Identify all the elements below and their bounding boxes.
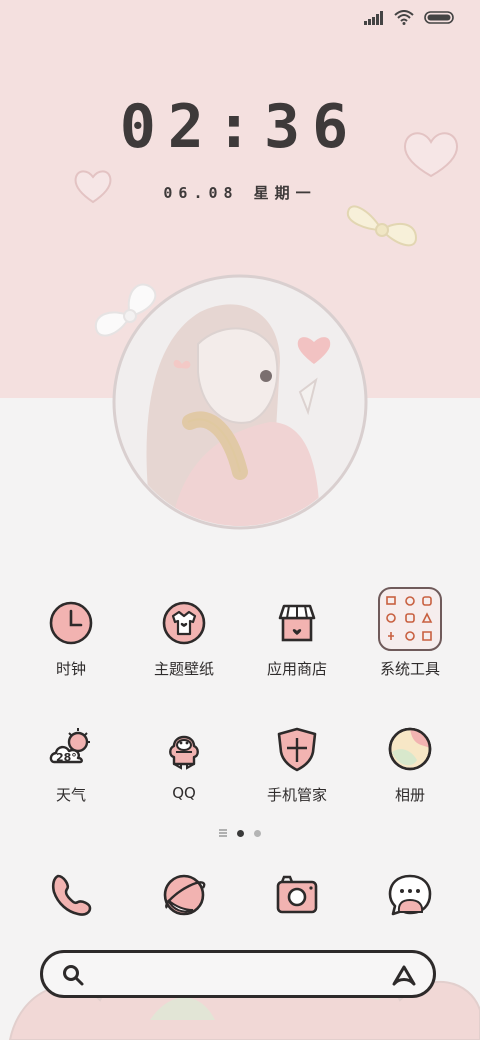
app-label: 系统工具 <box>379 660 440 678</box>
assistant-icon[interactable] <box>391 963 417 987</box>
app-weather[interactable]: 28° 天气 <box>11 724 131 805</box>
page-dot[interactable] <box>254 829 261 837</box>
browser-planet-icon[interactable] <box>159 870 209 920</box>
search-icon[interactable] <box>61 963 85 987</box>
gallery-icon <box>388 727 432 771</box>
app-gallery[interactable]: 相册 <box>350 724 470 805</box>
qq-penguin-icon <box>169 735 199 770</box>
app-store[interactable]: 应用商店 <box>237 598 357 679</box>
app-label: 相册 <box>394 786 425 804</box>
bow-decoration <box>346 205 418 247</box>
phone-manager-shield-icon <box>277 727 317 772</box>
app-folder-system-tools[interactable]: 系统工具 <box>350 586 470 679</box>
system-tools-folder-icon <box>378 587 442 651</box>
heart-outline-decoration <box>404 132 458 178</box>
app-theme-wallpaper[interactable]: 主题壁纸 <box>124 598 244 679</box>
weather-icon: 28° <box>49 728 90 764</box>
wifi-icon <box>394 10 414 25</box>
app-phone-manager[interactable]: 手机管家 <box>237 724 357 805</box>
search-bar[interactable] <box>40 950 436 998</box>
page-dot-active[interactable] <box>237 829 244 837</box>
app-label: 手机管家 <box>266 786 327 804</box>
app-label: 主题壁纸 <box>153 660 214 678</box>
app-qq[interactable]: QQ <box>124 724 244 802</box>
phone-icon[interactable] <box>46 870 96 920</box>
theme-wallpaper-icon <box>162 601 206 645</box>
heart-outline-decoration <box>74 170 112 204</box>
battery-icon <box>424 11 454 24</box>
app-clock[interactable]: 时钟 <box>11 598 131 679</box>
messages-icon[interactable] <box>385 870 435 920</box>
status-bar <box>364 10 454 25</box>
signal-icon <box>364 10 383 25</box>
clock-icon <box>49 601 93 645</box>
avatar-illustration <box>110 272 370 532</box>
weather-temp: 28° <box>56 751 77 764</box>
menu-lines-icon <box>219 829 227 837</box>
app-store-icon <box>278 604 316 642</box>
app-label: 天气 <box>55 786 86 804</box>
camera-icon[interactable] <box>272 870 322 920</box>
app-label: QQ <box>172 784 196 802</box>
page-indicator[interactable] <box>0 829 480 837</box>
app-label: 时钟 <box>55 660 86 678</box>
app-label: 应用商店 <box>266 660 327 678</box>
